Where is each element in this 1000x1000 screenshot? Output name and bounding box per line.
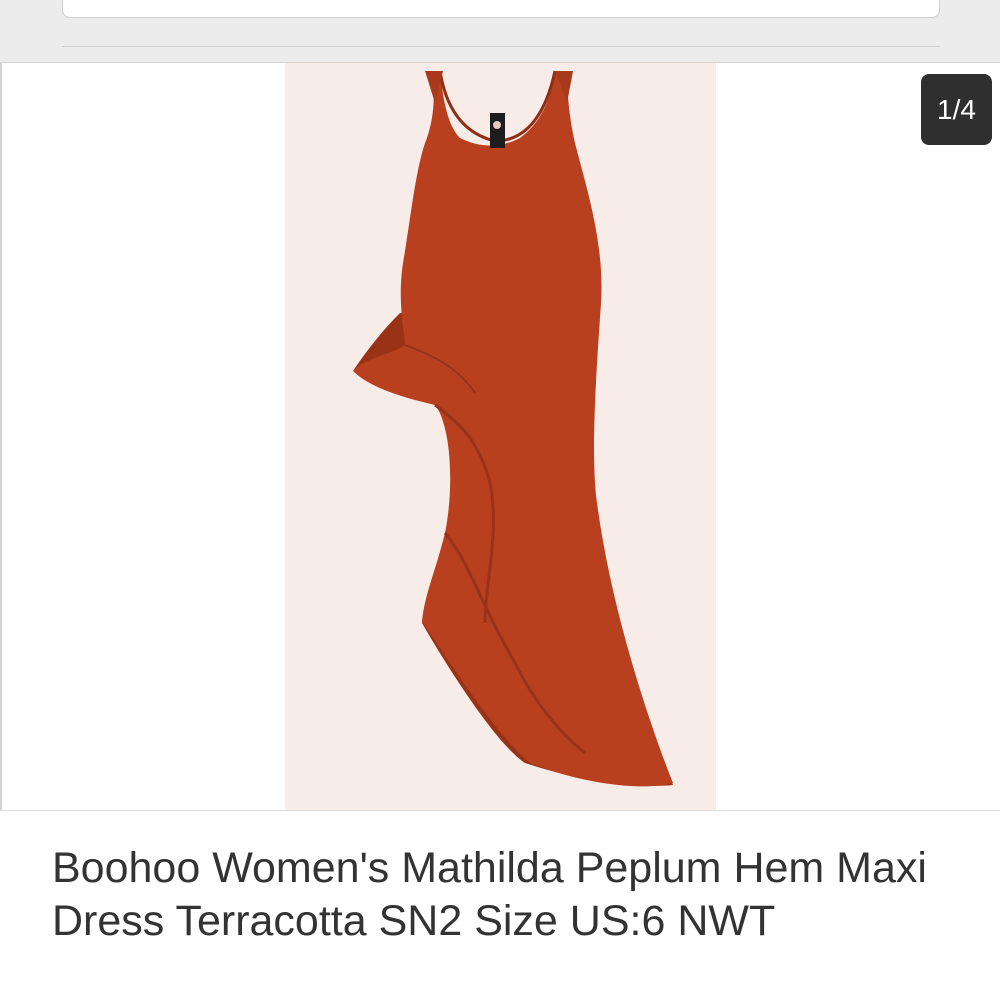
product-image[interactable]	[285, 63, 716, 810]
image-counter-badge: 1/4	[921, 74, 992, 145]
dress-photo-icon	[353, 70, 673, 787]
divider	[0, 810, 1000, 811]
top-bar	[0, 0, 1000, 63]
divider	[0, 63, 2, 810]
divider	[62, 46, 940, 47]
search-input[interactable]	[62, 0, 940, 18]
product-title: Boohoo Women's Mathilda Peplum Hem Maxi …	[52, 844, 927, 945]
